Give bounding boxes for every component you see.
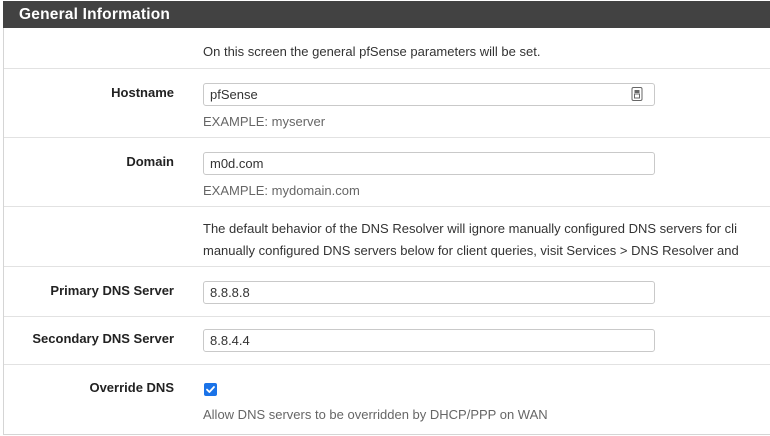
- primary-dns-input[interactable]: 8.8.8.8: [203, 281, 655, 304]
- override-dns-row: Override DNS Allow DNS servers to be ove…: [4, 364, 770, 434]
- intro-row: On this screen the general pfSense param…: [4, 28, 770, 69]
- override-dns-help: Allow DNS servers to be overridden by DH…: [203, 407, 548, 422]
- checkmark-icon: [206, 386, 215, 393]
- domain-label: Domain: [126, 154, 174, 169]
- hostname-label: Hostname: [111, 85, 174, 100]
- secondary-dns-input[interactable]: 8.8.4.4: [203, 329, 655, 352]
- domain-value: m0d.com: [210, 156, 264, 171]
- secondary-dns-label: Secondary DNS Server: [32, 331, 174, 346]
- password-manager-icon[interactable]: [631, 87, 643, 101]
- general-information-panel: On this screen the general pfSense param…: [3, 28, 770, 435]
- domain-help: EXAMPLE: mydomain.com: [203, 183, 360, 198]
- override-dns-checkbox[interactable]: [204, 383, 217, 396]
- dns-note-row: The default behavior of the DNS Resolver…: [4, 206, 770, 267]
- primary-dns-value: 8.8.8.8: [210, 285, 250, 300]
- secondary-dns-value: 8.8.4.4: [210, 333, 250, 348]
- primary-dns-row: Primary DNS Server 8.8.8.8: [4, 266, 770, 317]
- intro-text: On this screen the general pfSense param…: [203, 44, 541, 59]
- hostname-row: Hostname pfSense EXAMPLE: myserver: [4, 68, 770, 138]
- hostname-input[interactable]: pfSense: [203, 83, 655, 106]
- panel-title: General Information: [3, 1, 770, 28]
- hostname-help: EXAMPLE: myserver: [203, 114, 326, 129]
- secondary-dns-row: Secondary DNS Server 8.8.4.4: [4, 316, 770, 365]
- domain-input[interactable]: m0d.com: [203, 152, 655, 175]
- primary-dns-label: Primary DNS Server: [50, 283, 174, 298]
- domain-row: Domain m0d.com EXAMPLE: mydomain.com: [4, 137, 770, 207]
- hostname-value: pfSense: [210, 87, 258, 102]
- override-dns-label: Override DNS: [89, 380, 174, 395]
- dns-note-line1: The default behavior of the DNS Resolver…: [203, 221, 737, 236]
- dns-note-line2: manually configured DNS servers below fo…: [203, 243, 739, 258]
